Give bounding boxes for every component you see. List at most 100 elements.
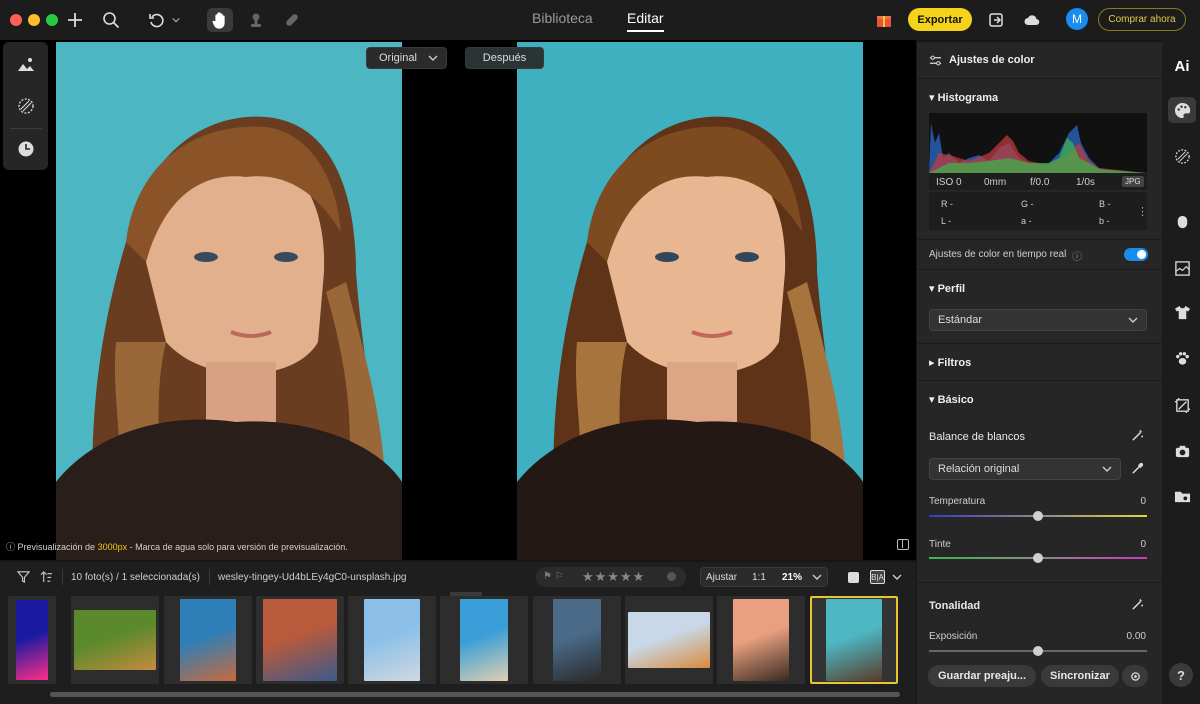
export-box-icon[interactable]: [983, 8, 1009, 32]
color-label-icon[interactable]: [667, 572, 676, 581]
landscape-icon[interactable]: [13, 52, 39, 78]
original-dropdown[interactable]: Original: [366, 47, 447, 69]
watermark-size: 3000px: [97, 542, 128, 552]
noise-icon[interactable]: [13, 93, 39, 119]
camera-icon[interactable]: [1170, 439, 1194, 463]
divider: [917, 582, 1162, 583]
exif-shutter: 1/0s: [1076, 177, 1095, 188]
exif-iso: ISO 0: [936, 177, 962, 188]
profile-section-toggle[interactable]: ▾ Perfil: [929, 282, 965, 295]
paw-icon[interactable]: [1170, 346, 1194, 370]
gear-icon: [1130, 671, 1140, 681]
exposure-slider-knob[interactable]: [1033, 646, 1043, 656]
photo-count: 10 foto(s) / 1 seleccionada(s): [71, 572, 200, 583]
noise-reduction-icon[interactable]: [1170, 144, 1194, 168]
face-icon[interactable]: [1170, 209, 1194, 233]
search-icon[interactable]: [98, 8, 124, 32]
magic-wand-icon[interactable]: [1131, 429, 1144, 445]
minimize-window-button[interactable]: [28, 14, 40, 26]
cloud-icon[interactable]: [1019, 8, 1045, 32]
sync-settings-button[interactable]: [1122, 665, 1148, 687]
filmstrip-thumb-houses[interactable]: [164, 596, 252, 684]
chevron-down-icon[interactable]: [812, 572, 822, 585]
filmstrip-thumb-balloons[interactable]: [625, 596, 713, 684]
bandage-icon[interactable]: [279, 8, 305, 32]
thumb-image: [16, 600, 48, 680]
right-rail: [1162, 40, 1200, 704]
tint-slider-knob[interactable]: [1033, 553, 1043, 563]
zoom-value[interactable]: 21%: [782, 572, 802, 583]
zoom-window-button[interactable]: [46, 14, 58, 26]
plus-icon[interactable]: [62, 8, 88, 32]
filmstrip-thumb-beach[interactable]: [440, 596, 528, 684]
temperature-slider-knob[interactable]: [1033, 511, 1043, 521]
watermark-text-suffix: - Marca de agua solo para versión de pre…: [127, 542, 348, 552]
filters-section-toggle[interactable]: ▸ Filtros: [929, 356, 971, 369]
filmstrip-thumb-puppies[interactable]: [71, 596, 159, 684]
hand-icon[interactable]: [207, 8, 233, 32]
tone-title: Tonalidad: [929, 600, 981, 612]
texture-icon[interactable]: [1170, 256, 1194, 280]
tint-value: 0: [1140, 539, 1146, 550]
color-readout: [929, 192, 1147, 230]
filmstrip-thumb-selected[interactable]: [810, 596, 898, 684]
tab-biblioteca[interactable]: Biblioteca: [532, 10, 593, 32]
thumb-image: [180, 599, 236, 681]
sliders-icon: [929, 54, 942, 70]
thumb-image: [364, 599, 420, 681]
buy-now-button[interactable]: Comprar ahora: [1098, 8, 1186, 31]
fit-button[interactable]: Ajustar: [706, 572, 737, 583]
tshirt-icon[interactable]: [1170, 300, 1194, 324]
exposure-label: Exposición: [929, 631, 978, 642]
star-rating[interactable]: ★★★★★: [582, 569, 645, 585]
wb-title: Balance de blancos: [929, 431, 1026, 443]
realtime-toggle[interactable]: [1124, 248, 1148, 261]
profile-dropdown[interactable]: Estándar: [929, 309, 1147, 331]
sort-icon[interactable]: [40, 570, 53, 586]
help-button[interactable]: ?: [1169, 663, 1193, 687]
thumb-image: [460, 599, 508, 681]
filmstrip-thumb-alley[interactable]: [256, 596, 344, 684]
after-button[interactable]: Después: [465, 47, 544, 69]
before-after-icon[interactable]: B|A: [870, 570, 885, 584]
filmstrip-thumb-city[interactable]: [348, 596, 436, 684]
export-button[interactable]: Exportar: [908, 8, 972, 31]
wb-dropdown[interactable]: Relación original: [929, 458, 1121, 480]
filmstrip-thumb-woman[interactable]: [717, 596, 805, 684]
chevron-down-icon[interactable]: [168, 8, 184, 32]
histogram-section-toggle[interactable]: ▾ Histograma: [929, 91, 998, 104]
split-view-icon[interactable]: [897, 539, 909, 550]
gift-icon[interactable]: [871, 8, 897, 32]
close-window-button[interactable]: [10, 14, 22, 26]
basic-section-toggle[interactable]: ▾ Básico: [929, 393, 974, 406]
divider: [917, 380, 1162, 381]
sync-button[interactable]: Sincronizar: [1041, 665, 1119, 687]
folder-eye-icon[interactable]: [1170, 484, 1194, 508]
help-icon[interactable]: ⓘ: [1072, 248, 1082, 263]
tab-editar[interactable]: Editar: [627, 10, 664, 32]
magic-wand-icon[interactable]: [1131, 598, 1144, 614]
flag-icon[interactable]: ⚑ ⚐: [543, 571, 564, 582]
more-icon[interactable]: ⋮: [1137, 205, 1148, 218]
single-view-icon[interactable]: [848, 572, 859, 583]
original-label: Original: [379, 52, 417, 64]
eyedropper-icon[interactable]: [1131, 462, 1144, 478]
filmstrip-thumb-cliff[interactable]: [533, 596, 621, 684]
divider: [917, 239, 1162, 240]
stamp-icon[interactable]: [243, 8, 269, 32]
save-preset-button[interactable]: Guardar preaju...: [928, 665, 1036, 687]
filmstrip-scrollbar[interactable]: [50, 692, 900, 697]
avatar[interactable]: M: [1066, 8, 1088, 30]
readout-g: G -: [1021, 199, 1034, 209]
crop-icon[interactable]: [1170, 393, 1194, 417]
chevron-down-icon: [1102, 466, 1112, 472]
history-icon[interactable]: [13, 136, 39, 162]
ai-tool-icon[interactable]: Ai: [1170, 54, 1194, 78]
filmstrip-thumb-neon[interactable]: [8, 596, 56, 684]
readout-b-lab: b -: [1099, 216, 1110, 226]
chevron-down-icon[interactable]: [892, 572, 902, 585]
undo-icon[interactable]: [144, 8, 170, 32]
filter-icon[interactable]: [16, 570, 31, 586]
palette-icon[interactable]: [1168, 97, 1196, 123]
ratio-button[interactable]: 1:1: [752, 572, 766, 583]
